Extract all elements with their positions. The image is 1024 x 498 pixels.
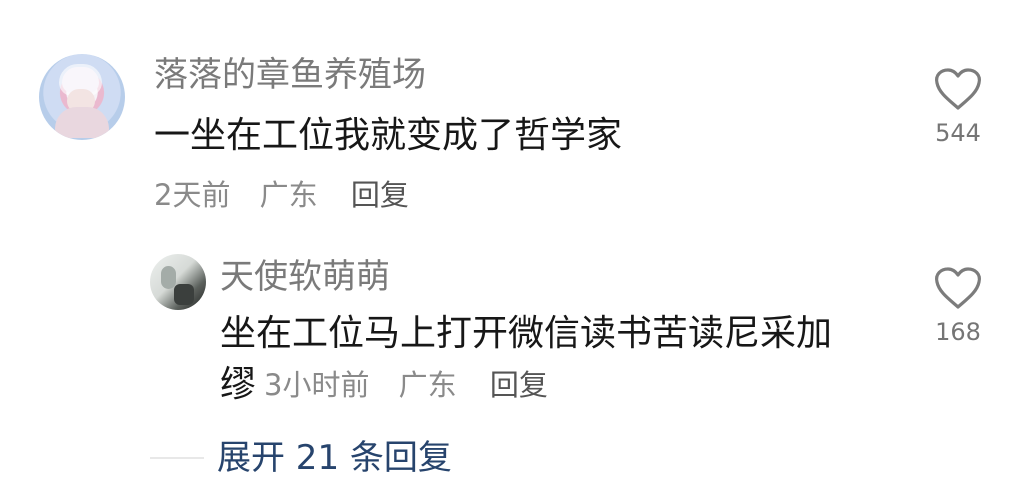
main-user-avatar[interactable]: [39, 54, 125, 140]
main-like-count: 544: [935, 119, 981, 147]
main-username[interactable]: 落落的章鱼养殖场: [154, 55, 426, 95]
sub-comment-time: 3小时前: [264, 368, 370, 402]
avatar-detail-shape: [174, 284, 194, 305]
sub-comment-text-line2: 缪: [220, 364, 257, 405]
sub-user-avatar[interactable]: [150, 254, 206, 310]
main-comment-location: 广东: [259, 178, 318, 212]
expand-divider: [150, 457, 204, 459]
sub-like-count: 168: [935, 318, 981, 346]
sub-reply-button[interactable]: 回复: [490, 368, 548, 402]
heart-icon: [935, 68, 981, 110]
sub-comment-text-line1: 坐在工位马上打开微信读书苦读尼采加: [220, 313, 833, 354]
avatar-body-shape: [55, 107, 109, 138]
main-comment-time: 2天前: [154, 178, 231, 212]
sub-username[interactable]: 天使软萌萌: [220, 257, 390, 297]
main-comment-text: 一坐在工位我就变成了哲学家: [154, 115, 623, 156]
main-like-button[interactable]: 544: [923, 67, 993, 147]
sub-comment-meta: 3小时前 广东 回复: [264, 367, 548, 403]
heart-icon: [935, 267, 981, 309]
sub-comment-location: 广东: [398, 368, 457, 402]
avatar-detail-shape: [161, 266, 176, 289]
expand-replies-link[interactable]: 展开 21 条回复: [217, 438, 452, 478]
sub-like-button[interactable]: 168: [923, 266, 993, 346]
main-reply-button[interactable]: 回复: [351, 178, 409, 212]
main-comment-meta: 2天前 广东 回复: [154, 177, 409, 213]
